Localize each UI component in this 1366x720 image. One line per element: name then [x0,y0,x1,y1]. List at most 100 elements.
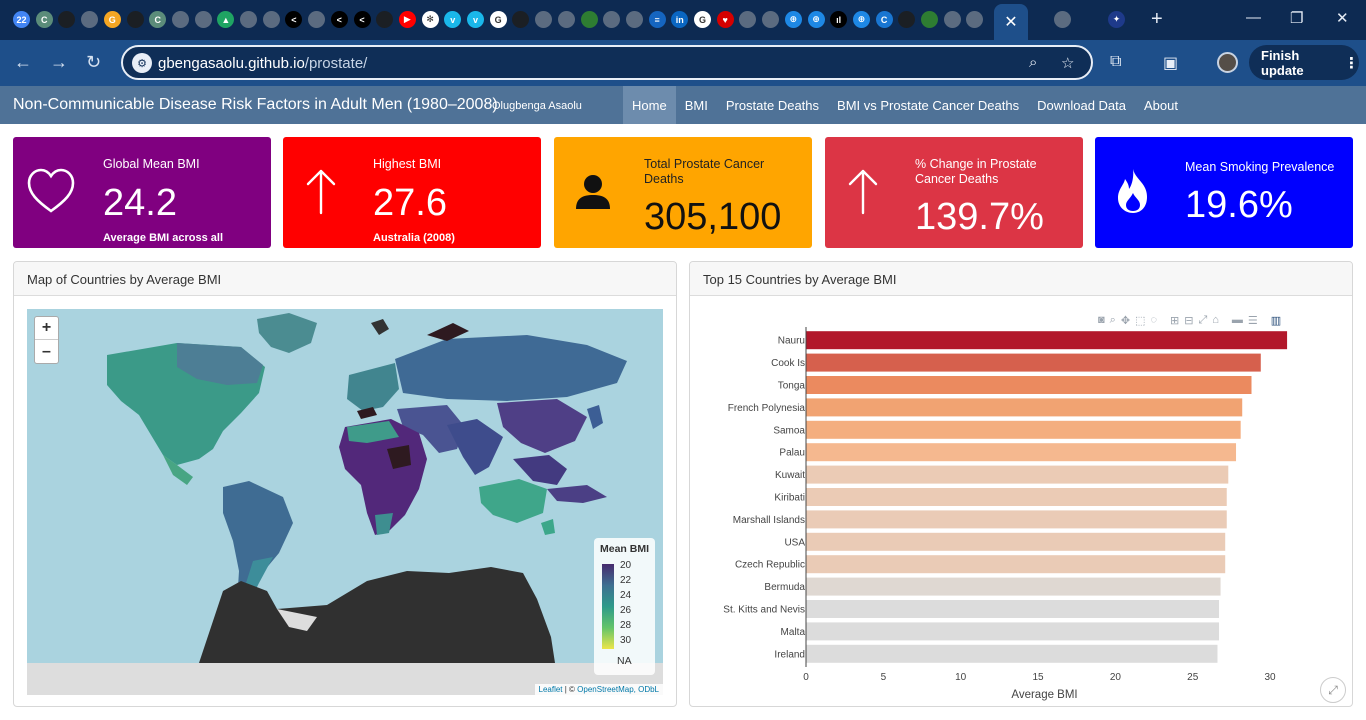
github-tab-icon[interactable] [512,11,530,28]
new-tab-icon[interactable]: + [1151,8,1163,31]
globe-tab-icon[interactable] [625,11,643,28]
legend-na-label: NA [617,655,632,667]
share-tab-icon[interactable]: < [353,11,371,28]
nav-download-data[interactable]: Download Data [1028,86,1135,124]
zoom-icon[interactable]: ⌕ [1110,314,1116,327]
globe-tab-icon[interactable] [535,11,553,28]
share-tab-icon[interactable]: < [285,11,303,28]
close-tab-icon[interactable]: ✕ [1004,12,1017,32]
bmi-choropleth-map[interactable]: + – Mean BMI 20 22 24 26 28 30 NA Leafle… [27,309,663,695]
minimize-icon[interactable]: — [1246,9,1261,26]
casm-tab-icon[interactable]: C [35,11,53,28]
globe-tab-icon[interactable] [240,11,257,28]
vimeo-tab-icon[interactable]: v [467,11,484,28]
google-tab-icon[interactable]: G [489,11,507,28]
heart-tab-icon[interactable]: ♥ [716,11,734,28]
globe-tab-icon[interactable] [171,11,189,28]
shield-tab-icon[interactable] [580,11,598,28]
casm-tab-icon[interactable]: C [149,11,167,28]
bookmark-star-icon[interactable]: ☆ [1061,54,1074,72]
zoom-out-icon[interactable]: ⊟ [1184,314,1193,327]
youtube-tab-icon[interactable]: ▶ [398,11,416,28]
zoom-search-icon[interactable]: ⌕ [1029,54,1037,71]
globe-tab-icon[interactable] [739,11,757,28]
share-tab-icon[interactable]: < [330,11,348,28]
globe-tab-icon[interactable] [966,11,984,28]
finish-update-button[interactable]: Finish update ⋮ [1249,45,1359,80]
github-tab-icon[interactable] [126,11,144,28]
github-tab-icon[interactable] [58,11,76,28]
grid-globe-tab-icon[interactable]: ⊕ [784,11,802,28]
nav-bmi[interactable]: BMI [676,86,717,124]
vimeo-tab-icon[interactable]: v [444,11,462,28]
globe-tab-icon[interactable] [943,11,961,28]
globe-tab-icon[interactable] [81,11,99,28]
pan-icon[interactable]: ✥ [1121,314,1130,327]
box-select-icon[interactable]: ⬚ [1135,314,1145,327]
active-tab[interactable]: ✕ [994,4,1028,40]
nav-bmi-vs-prostate[interactable]: BMI vs Prostate Cancer Deaths [828,86,1028,124]
address-bar[interactable]: ⚙ gbengasaolu.github.io/prostate/ ⌕ ☆ [121,45,1093,80]
y-tick-label: Palau [779,448,805,459]
camera-icon[interactable]: ◙ [1098,314,1105,327]
leaflet-link[interactable]: Leaflet [539,685,563,694]
menu-dots-icon[interactable]: ⋮ [1344,54,1359,72]
openstreetmap-link[interactable]: OpenStreetMap, ODbL [577,685,659,694]
app-navbar: Non-Communicable Disease Risk Factors in… [0,86,1366,124]
zoom-out-button[interactable]: – [35,340,58,363]
orange-tab-icon[interactable]: G [103,11,121,28]
globe-tab-icon[interactable] [1054,11,1071,28]
bar-chart-plot[interactable]: ◙ ⌕ ✥ ⬚ ◌ ⊞ ⊟ ⤢ ⌂ ▬ ☰ ▥ Nauru Cook Is Tong… [690,297,1352,707]
chart-tab-icon[interactable]: ıl [830,11,848,28]
chatgpt-tab-icon[interactable]: ✻ [421,11,439,28]
autoscale-icon[interactable]: ⤢ [1198,314,1207,327]
drive-tab-icon[interactable]: ▲ [217,11,235,28]
forward-icon[interactable]: → [50,52,68,73]
reading-mode-icon[interactable]: ▣ [1163,53,1178,73]
profile-avatar[interactable] [1217,52,1238,73]
shield-tab-icon[interactable] [921,11,938,28]
news-tab-icon[interactable]: ≡ [648,11,666,28]
grid-globe-tab-icon[interactable]: ⊕ [852,11,870,28]
github-tab-icon[interactable] [376,11,394,28]
nav-home[interactable]: Home [623,86,676,124]
nav-about[interactable]: About [1135,86,1187,124]
zoom-in-icon[interactable]: ⊞ [1170,314,1179,327]
reload-icon[interactable]: ↻ [86,52,101,73]
plotly-logo-icon[interactable]: ▥ [1271,314,1281,327]
home-icon[interactable]: ⌂ [1212,314,1219,327]
google-tab-icon[interactable]: G [694,11,711,28]
x-tick-label: 10 [955,672,967,683]
globe-tab-icon[interactable] [762,11,780,28]
sparkle-tab-icon[interactable]: ✦ [1108,11,1125,28]
globe-tab-icon[interactable] [194,11,212,28]
globe-tab-icon[interactable] [308,11,326,28]
github-tab-icon[interactable] [898,11,916,28]
globe-tab-icon[interactable] [603,11,621,28]
spike-lines-icon[interactable]: ▬ [1232,314,1243,327]
bar [806,600,1220,618]
zoom-in-button[interactable]: + [35,317,58,340]
site-settings-icon[interactable]: ⚙ [132,53,152,73]
plot-modebar: ◙ ⌕ ✥ ⬚ ◌ ⊞ ⊟ ⤢ ⌂ ▬ ☰ ▥ [1098,314,1281,327]
value-box-percent-change-deaths: % Change in Prostate Cancer Deaths 139.7… [825,137,1083,248]
lasso-icon[interactable]: ◌ [1150,314,1157,327]
y-tick-label: St. Kitts and Nevis [723,605,805,616]
globe-tab-icon[interactable] [262,11,280,28]
maximize-icon[interactable]: ❐ [1290,9,1303,27]
close-window-icon[interactable]: ✕ [1336,9,1349,27]
calendar-tab-icon[interactable]: 22 [13,11,30,28]
url-text[interactable]: gbengasaolu.github.io/prostate/ [158,55,367,72]
linkedin-tab-icon[interactable]: in [671,11,689,28]
value-box-value: 139.7% [915,196,1044,238]
grid-globe-tab-icon[interactable]: ⊕ [807,11,825,28]
globe-tab-icon[interactable] [557,11,575,28]
reset-view-icon[interactable]: ⤢ [1320,677,1346,703]
back-icon[interactable]: ← [14,52,32,73]
y-tick-label: Kuwait [775,470,805,481]
extensions-icon[interactable]: ⧉ [1110,53,1121,71]
compare-hover-icon[interactable]: ☰ [1248,314,1258,327]
c-tab-icon[interactable]: C [875,11,893,28]
nav-prostate-deaths[interactable]: Prostate Deaths [717,86,828,124]
app-author: Olugbenga Asaolu [492,100,582,112]
